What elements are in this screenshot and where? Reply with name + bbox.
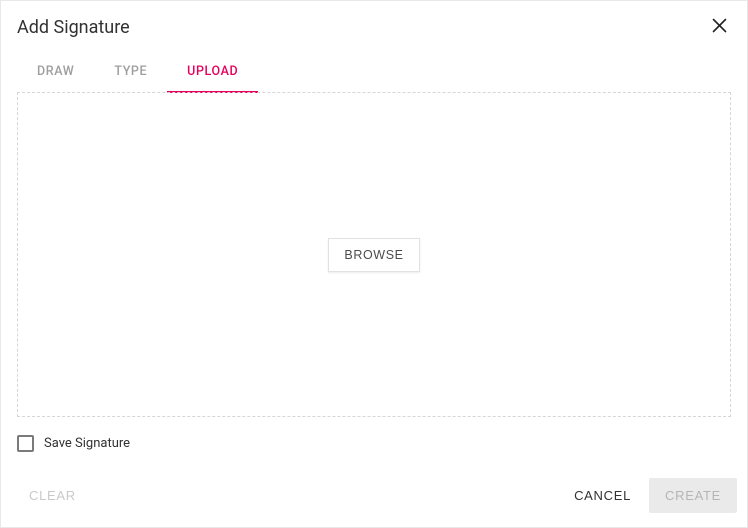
close-button[interactable] xyxy=(708,14,731,40)
dialog-title: Add Signature xyxy=(17,17,130,38)
footer-right-group: CANCEL CREATE xyxy=(562,478,737,513)
close-icon xyxy=(712,18,727,36)
tab-bar: DRAW TYPE UPLOAD xyxy=(1,46,747,93)
save-signature-label: Save Signature xyxy=(44,436,130,451)
tab-type[interactable]: TYPE xyxy=(94,64,167,93)
upload-drop-zone[interactable]: BROWSE xyxy=(17,92,731,417)
cancel-button[interactable]: CANCEL xyxy=(562,479,643,512)
tab-upload[interactable]: UPLOAD xyxy=(167,64,258,93)
create-button: CREATE xyxy=(649,478,737,513)
save-signature-checkbox[interactable] xyxy=(17,435,34,452)
dialog-footer: CLEAR CANCEL CREATE xyxy=(1,460,747,527)
clear-button[interactable]: CLEAR xyxy=(17,479,88,512)
save-signature-row: Save Signature xyxy=(1,417,747,460)
add-signature-dialog: Add Signature DRAW TYPE UPLOAD BROWSE Sa… xyxy=(0,0,748,528)
dialog-header: Add Signature xyxy=(1,1,747,46)
tab-draw[interactable]: DRAW xyxy=(17,64,94,93)
browse-button[interactable]: BROWSE xyxy=(328,238,419,272)
